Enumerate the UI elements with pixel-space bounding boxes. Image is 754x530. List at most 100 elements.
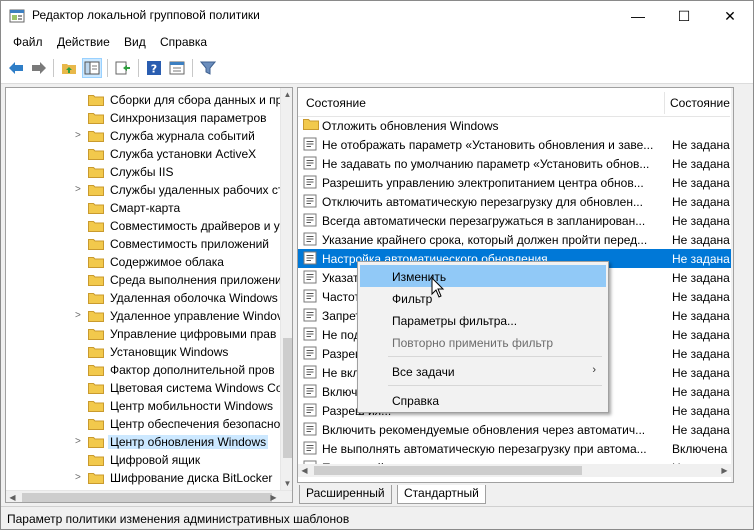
scroll-down-icon[interactable]: ▼ [731, 451, 733, 464]
folder-icon [88, 256, 104, 268]
list-horizontal-scrollbar[interactable]: ◀ ▶ [298, 464, 731, 477]
tree-vertical-scrollbar[interactable]: ▲ ▼ [280, 88, 292, 490]
setting-state: Не задана [672, 404, 730, 418]
tree-item[interactable]: Служба установки ActiveX [6, 145, 281, 163]
setting-name: Отложить обновления Windows [322, 119, 499, 133]
scroll-left-icon[interactable]: ◀ [6, 491, 19, 502]
table-row[interactable]: Разрешить управлению электропитанием цен… [298, 173, 732, 192]
back-button[interactable] [6, 58, 26, 78]
close-button[interactable]: ✕ [707, 1, 753, 31]
setting-name: Включить рекомендуемые обновления через … [322, 423, 646, 437]
tree-item[interactable]: Управление цифровыми прав [6, 325, 281, 343]
scroll-down-icon[interactable]: ▼ [281, 477, 292, 490]
tree-item[interactable]: Совместимость приложений [6, 235, 281, 253]
chevron-right-icon[interactable]: > [75, 436, 83, 448]
column-header-state[interactable]: Состояние [670, 96, 730, 110]
menu-help[interactable]: Справка [160, 35, 207, 49]
tree-hscroll-thumb[interactable] [22, 493, 272, 502]
table-row[interactable]: Не отображать параметр «Установить обнов… [298, 135, 732, 154]
policy-setting-icon [303, 384, 317, 398]
column-header-name[interactable]: Состояние [306, 96, 366, 110]
tree-item[interactable]: > Службы удаленных рабочих ст [6, 181, 281, 199]
chevron-right-icon[interactable]: > [75, 472, 83, 484]
table-row[interactable]: Не задавать по умолчанию параметр «Устан… [298, 154, 732, 173]
policy-setting-icon [303, 213, 317, 227]
setting-name: Не задавать по умолчанию параметр «Устан… [322, 157, 650, 171]
tree-item[interactable]: Синхронизация параметров [6, 109, 281, 127]
help-button[interactable]: ? [144, 58, 164, 78]
tree-item[interactable]: Службы IIS [6, 163, 281, 181]
tree-horizontal-scrollbar[interactable]: ◀ ▶ [6, 490, 292, 502]
tree-vscroll-thumb[interactable] [283, 338, 292, 458]
tree-item[interactable]: > Шифрование диска BitLocker [6, 469, 281, 487]
tree-item-label: Служба установки ActiveX [110, 147, 257, 161]
chevron-right-icon[interactable]: > [75, 184, 83, 196]
scroll-up-icon[interactable]: ▲ [731, 88, 733, 101]
column-divider[interactable] [664, 92, 665, 114]
minimize-button[interactable]: — [615, 1, 661, 31]
menu-view[interactable]: Вид [124, 35, 146, 49]
show-hide-tree-button[interactable] [82, 58, 102, 78]
chevron-right-icon[interactable]: > [75, 130, 83, 142]
policy-setting-icon [303, 137, 317, 151]
tree-item[interactable]: > Удаленное управление Windov [6, 307, 281, 325]
tree-item[interactable]: Смарт-карта [6, 199, 281, 217]
properties-button[interactable] [167, 58, 187, 78]
menu-action[interactable]: Действие [57, 35, 110, 49]
context-item-filter-params-label: Параметры фильтра... [392, 314, 518, 328]
table-row[interactable]: Включить рекомендуемые обновления через … [298, 420, 732, 439]
setting-state: Не задана [672, 290, 730, 304]
table-row[interactable]: Не выполнять автоматическую перезагрузку… [298, 439, 732, 458]
tree-item-label: Фактор дополнительной пров [110, 363, 275, 377]
context-item-help[interactable]: Справка [360, 389, 606, 411]
list-folder-row[interactable]: Отложить обновления Windows [298, 116, 732, 135]
tab-standard[interactable]: Стандартный [397, 485, 486, 504]
tree-item-label: Центр мобильности Windows [110, 399, 273, 413]
tree-pane[interactable]: Сборки для сбора данных и пр Синхронизаци… [5, 87, 293, 503]
toolbar: ? [1, 53, 753, 84]
tree-item-label: Совместимость драйверов и у [110, 219, 280, 233]
context-item-edit[interactable]: Изменить [360, 265, 606, 287]
context-item-all-tasks[interactable]: Все задачи › [360, 360, 606, 382]
tree-item[interactable]: Центр обеспечения безопасно [6, 415, 281, 433]
tree-item-label: Удаленная оболочка Windows [110, 291, 278, 305]
scroll-left-icon[interactable]: ◀ [298, 464, 311, 477]
up-level-button[interactable] [59, 58, 79, 78]
tree-item[interactable]: Удаленная оболочка Windows [6, 289, 281, 307]
tree-item[interactable]: Среда выполнения приложени [6, 271, 281, 289]
list-header: Состояние Состояние [298, 88, 730, 117]
forward-button[interactable] [29, 58, 49, 78]
tab-extended[interactable]: Расширенный [299, 485, 392, 504]
scroll-right-icon[interactable]: ▶ [267, 491, 280, 502]
scroll-up-icon[interactable]: ▲ [281, 88, 292, 101]
menu-file[interactable]: Файл [13, 35, 43, 49]
list-vertical-scrollbar[interactable]: ▲ ▼ [731, 88, 734, 482]
tree-item[interactable]: Установщик Windows [6, 343, 281, 361]
tree-item[interactable]: Фактор дополнительной пров [6, 361, 281, 379]
folder-icon [88, 418, 104, 430]
tree-item[interactable]: > Служба журнала событий [6, 127, 281, 145]
context-item-filter[interactable]: Фильтр [360, 287, 606, 309]
context-item-filter-params[interactable]: Параметры фильтра... [360, 309, 606, 331]
maximize-button[interactable]: ☐ [661, 1, 707, 31]
tree-item[interactable]: Содержимое облака [6, 253, 281, 271]
tree-item[interactable]: > Центр обновления Windows [6, 433, 281, 451]
list-vscroll-thumb[interactable] [733, 104, 734, 424]
list-hscroll-thumb[interactable] [314, 466, 582, 475]
chevron-right-icon[interactable]: > [75, 310, 83, 322]
setting-state: Не задана [672, 347, 730, 361]
policy-setting-icon [303, 194, 317, 208]
tree-item[interactable]: Сборки для сбора данных и пр [6, 91, 281, 109]
folder-icon [88, 364, 104, 376]
toolbar-separator [138, 59, 139, 77]
tree-item[interactable]: Цветовая система Windows Co [6, 379, 281, 397]
export-list-button[interactable] [113, 58, 133, 78]
table-row[interactable]: Всегда автоматически перезагружаться в з… [298, 211, 732, 230]
tree-item[interactable]: Совместимость драйверов и у [6, 217, 281, 235]
tree-item[interactable]: Цифровой ящик [6, 451, 281, 469]
table-row[interactable]: Отключить автоматическую перезагрузку дл… [298, 192, 732, 211]
filter-button[interactable] [198, 58, 218, 78]
tree-item[interactable]: Центр мобильности Windows [6, 397, 281, 415]
table-row[interactable]: Указание крайнего срока, который должен … [298, 230, 732, 249]
scroll-right-icon[interactable]: ▶ [718, 464, 731, 477]
